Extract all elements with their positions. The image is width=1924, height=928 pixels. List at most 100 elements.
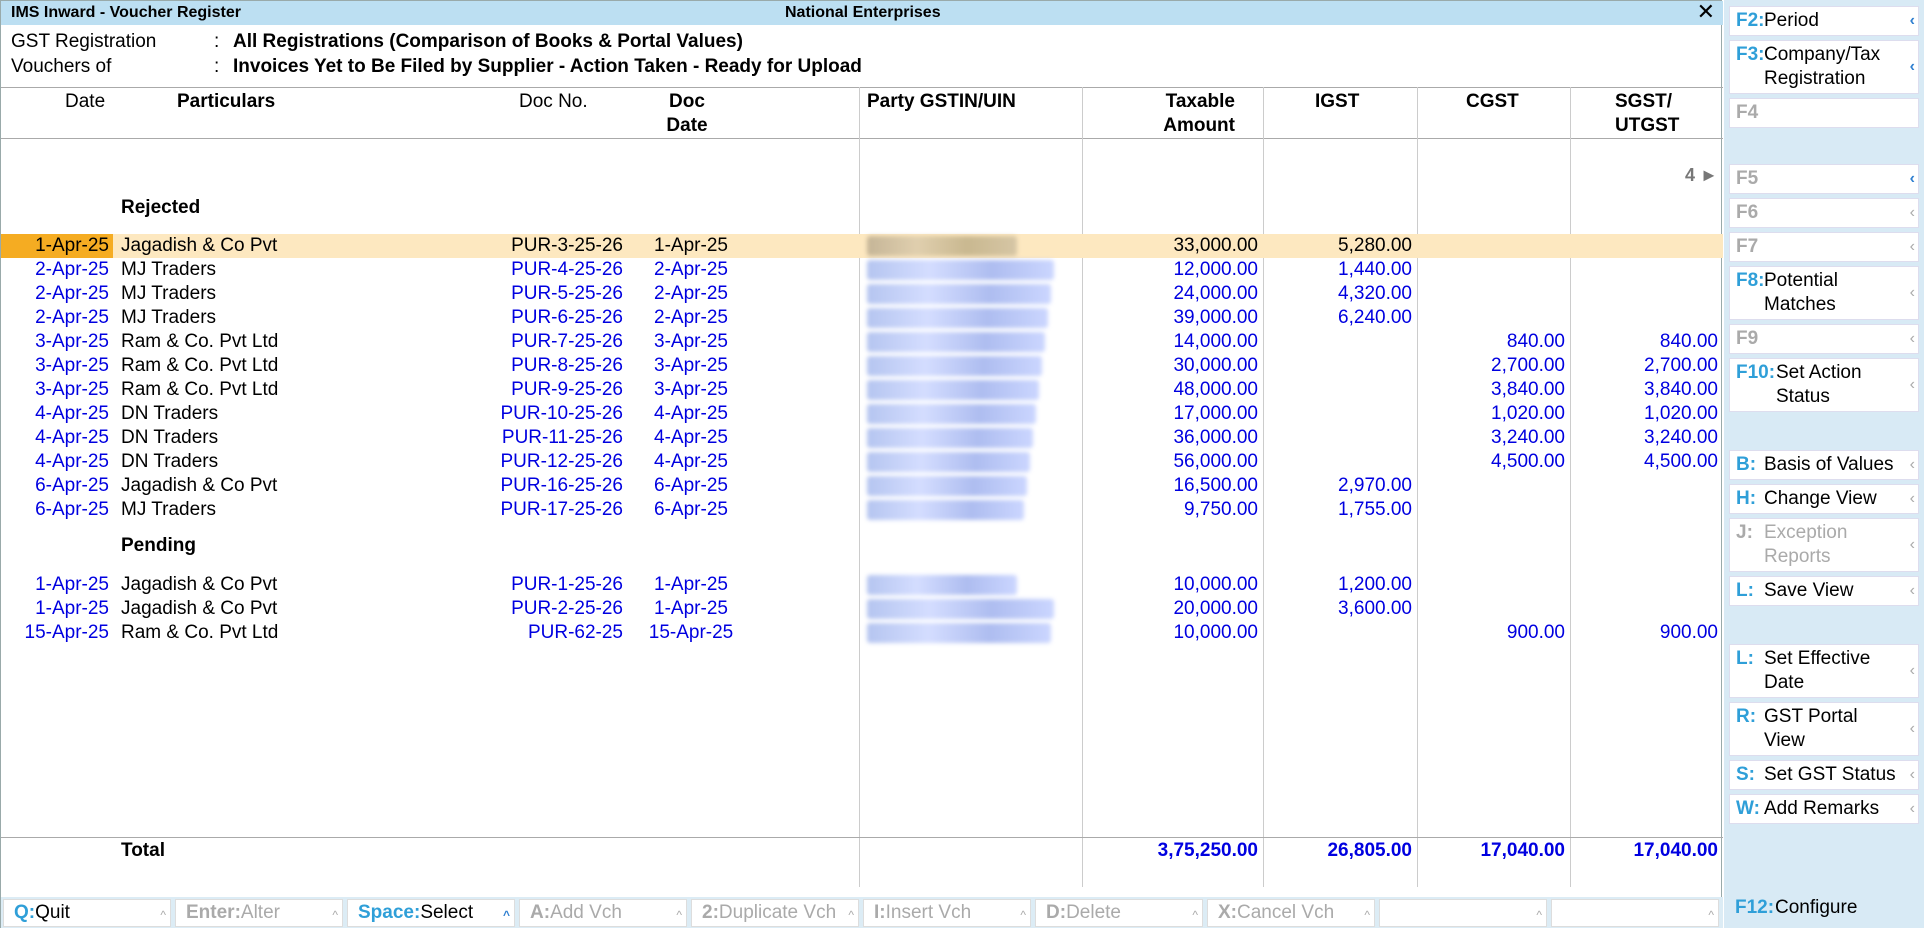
voucher-register-panel: IMS Inward - Voucher Register National E…: [0, 0, 1723, 928]
exception-reports-button[interactable]: J: Exception Reports ‹: [1729, 518, 1919, 572]
table-row[interactable]: [1, 378, 1723, 402]
colon: :: [214, 56, 220, 77]
button-label: Period: [1764, 10, 1819, 31]
table-row[interactable]: [1, 426, 1723, 450]
title-bar: IMS Inward - Voucher Register National E…: [1, 1, 1723, 25]
table-row[interactable]: [1, 234, 1723, 258]
chevron-left-icon: ‹: [1909, 238, 1915, 255]
insert-vch-button[interactable]: I:Insert Vch ^: [863, 899, 1031, 927]
f9-button[interactable]: F9 ‹: [1729, 324, 1919, 354]
col-igst: IGST: [1315, 91, 1360, 112]
duplicate-vch-button[interactable]: 2:Duplicate Vch ^: [691, 899, 859, 927]
button-label: [1764, 327, 1916, 351]
f4-button[interactable]: F4: [1729, 98, 1919, 128]
button-label: GST Portal: [1764, 706, 1858, 727]
configure-button[interactable]: F12: Configure: [1729, 894, 1919, 924]
empty-button[interactable]: ^: [1379, 899, 1547, 927]
button-label: Add Vch: [550, 902, 622, 923]
button-label: Set GST Status: [1764, 764, 1896, 785]
add-remarks-button[interactable]: W: Add Remarks ‹: [1729, 794, 1919, 824]
total-taxable: 3,75,250.00: [1157, 840, 1258, 861]
vouchers-of-label: Vouchers of: [11, 56, 112, 77]
table-row[interactable]: [1, 330, 1723, 354]
set-action-status-button[interactable]: F10: Set Action Status ‹: [1729, 358, 1919, 412]
chevron-left-icon: ‹: [1909, 456, 1915, 473]
key-hint: F8:: [1736, 270, 1765, 291]
table-row[interactable]: [1, 498, 1723, 522]
col-doc-date-1: Doc: [669, 91, 705, 112]
select-button[interactable]: Space:Select ^: [347, 899, 515, 927]
button-label: Date: [1764, 672, 1805, 693]
period-button[interactable]: F2: Period ‹: [1729, 6, 1919, 36]
chevron-left-icon: ‹: [1909, 800, 1915, 817]
key-hint: F2:: [1736, 10, 1765, 31]
key-hint: F5: [1736, 168, 1759, 189]
close-icon[interactable]: ✕: [1697, 1, 1715, 23]
table-row[interactable]: [1, 282, 1723, 306]
button-label: Configure: [1775, 897, 1858, 918]
key-hint: F12:: [1735, 897, 1775, 918]
table-row[interactable]: [1, 474, 1723, 498]
f6-button[interactable]: F6 ‹: [1729, 198, 1919, 228]
key-hint: D:: [1046, 902, 1067, 923]
table-row[interactable]: [1, 450, 1723, 474]
page-indicator[interactable]: 4 ►: [1685, 165, 1718, 186]
table-row[interactable]: [1, 597, 1723, 621]
chevron-left-icon: ‹: [1909, 58, 1915, 75]
button-label: Select: [420, 902, 474, 923]
potential-matches-button[interactable]: F8: Potential Matches ‹: [1729, 266, 1919, 320]
alter-button[interactable]: Enter:Alter ^: [175, 899, 343, 927]
button-label: Add Remarks: [1764, 798, 1880, 819]
set-gst-status-button[interactable]: S: Set GST Status ‹: [1729, 760, 1919, 790]
add-vch-button[interactable]: A:Add Vch ^: [519, 899, 687, 927]
table-row[interactable]: [1, 402, 1723, 426]
table-row[interactable]: [1, 573, 1723, 597]
group-rejected: Rejected: [121, 197, 201, 218]
button-label: Delete: [1066, 902, 1121, 923]
key-hint: 2:: [702, 902, 719, 923]
key-hint: L:: [1736, 648, 1754, 669]
button-label: [1764, 201, 1916, 225]
quit-button[interactable]: Q:Quit ^: [3, 899, 171, 927]
button-label: View: [1764, 730, 1805, 751]
chevron-left-icon: ‹: [1909, 284, 1915, 301]
chevron-left-icon: ‹: [1909, 662, 1915, 679]
change-view-button[interactable]: H: Change View ‹: [1729, 484, 1919, 514]
set-effective-date-button[interactable]: L: Set Effective Date ‹: [1729, 644, 1919, 698]
col-taxable-2: Amount: [1163, 115, 1235, 136]
f7-button[interactable]: F7 ‹: [1729, 232, 1919, 262]
key-hint: R:: [1736, 706, 1757, 727]
gst-portal-view-button[interactable]: R: GST Portal View ‹: [1729, 702, 1919, 756]
key-hint: Space:: [358, 902, 421, 923]
total-label: Total: [121, 840, 165, 861]
button-label: Set Effective: [1764, 648, 1871, 669]
chevron-left-icon: ‹: [1909, 490, 1915, 507]
company-tax-registration-button[interactable]: F3: Company/Tax Registration ‹: [1729, 40, 1919, 94]
chevron-left-icon: ‹: [1909, 582, 1915, 599]
total-row: Total 3,75,250.00 26,805.00 17,040.00 17…: [1, 837, 1723, 863]
save-view-button[interactable]: L: Save View ‹: [1729, 576, 1919, 606]
button-label: Matches: [1764, 294, 1836, 315]
chevron-left-icon: ‹: [1909, 330, 1915, 347]
table-row[interactable]: [1, 621, 1723, 645]
cancel-vch-button[interactable]: X:Cancel Vch ^: [1207, 899, 1375, 927]
key-hint: A:: [530, 902, 551, 923]
table-row[interactable]: [1, 258, 1723, 282]
key-hint: B:: [1736, 454, 1757, 475]
chevron-left-icon: ‹: [1909, 170, 1915, 187]
empty-button[interactable]: ^: [1551, 899, 1719, 927]
caret-icon: ^: [502, 908, 510, 922]
delete-button[interactable]: D:Delete ^: [1035, 899, 1203, 927]
group-pending: Pending: [121, 535, 196, 556]
bottom-button-bar: Q:Quit ^ Enter:Alter ^ Space:Select ^ A:Add…: [1, 897, 1723, 928]
key-hint: F7: [1736, 236, 1759, 257]
basis-of-values-button[interactable]: B: Basis of Values ‹: [1729, 450, 1919, 480]
caret-icon: ^: [1364, 908, 1370, 922]
total-sgst: 17,040.00: [1633, 840, 1718, 861]
table-row[interactable]: [1, 354, 1723, 378]
f5-button[interactable]: F5 ‹: [1729, 164, 1919, 194]
button-label: Reports: [1764, 546, 1831, 567]
col-particulars: Particulars: [177, 91, 276, 112]
button-label: Potential: [1764, 270, 1838, 291]
table-row[interactable]: [1, 306, 1723, 330]
